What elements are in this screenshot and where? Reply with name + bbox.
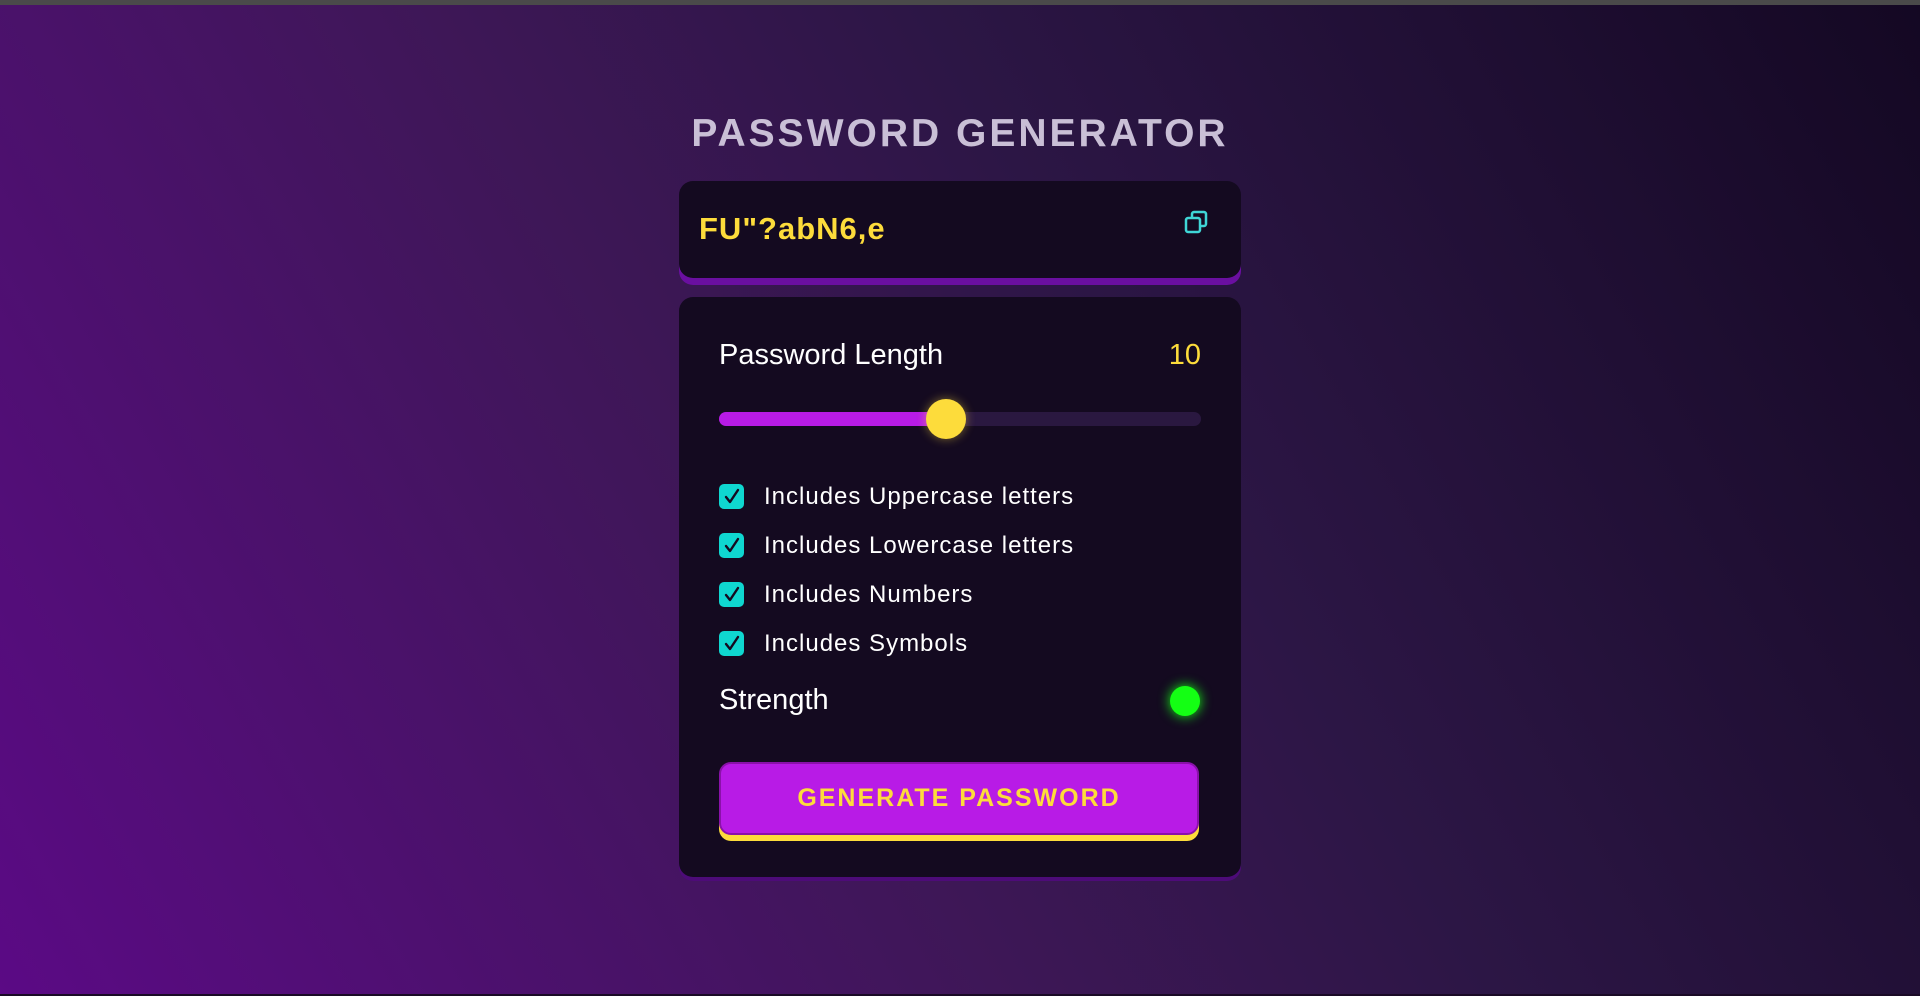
length-row: Password Length 10: [719, 339, 1201, 372]
option-uppercase[interactable]: Includes Uppercase letters: [719, 472, 1201, 521]
password-display: FU"?abN6,e: [679, 181, 1241, 278]
symbols-checkbox[interactable]: [719, 631, 744, 656]
copy-icon-graphic: [1184, 210, 1208, 234]
settings-panel: Password Length 10 Includes Uppercase le…: [679, 297, 1241, 877]
length-value: 10: [1168, 339, 1201, 371]
uppercase-label: Includes Uppercase letters: [764, 482, 1075, 510]
generated-password[interactable]: FU"?abN6,e: [699, 211, 886, 247]
strength-indicator: [1170, 685, 1200, 716]
lowercase-checkbox[interactable]: [719, 533, 744, 558]
uppercase-checkbox[interactable]: [719, 484, 744, 509]
checkmark-icon: [724, 537, 739, 552]
page-title: PASSWORD GENERATOR: [691, 112, 1229, 155]
window-top-border: [0, 0, 1920, 5]
symbols-label: Includes Symbols: [764, 629, 969, 657]
checkmark-icon: [724, 635, 739, 650]
option-numbers[interactable]: Includes Numbers: [719, 570, 1201, 619]
generate-password-button[interactable]: GENERATE PASSWORD: [719, 762, 1199, 835]
slider-thumb[interactable]: [925, 399, 966, 439]
length-slider[interactable]: [719, 399, 1201, 439]
options-list: Includes Uppercase letters Includes Lowe…: [719, 472, 1201, 668]
length-label: Password Length: [719, 339, 944, 371]
strength-label: Strength: [719, 684, 829, 716]
numbers-label: Includes Numbers: [764, 580, 974, 608]
checkmark-icon: [724, 488, 739, 503]
option-symbols[interactable]: Includes Symbols: [719, 619, 1201, 668]
generate-button-label: GENERATE PASSWORD: [797, 784, 1121, 812]
copy-icon[interactable]: [1181, 207, 1213, 239]
numbers-checkbox[interactable]: [719, 582, 744, 607]
option-lowercase[interactable]: Includes Lowercase letters: [719, 521, 1201, 570]
slider-fill: [719, 412, 946, 426]
checkmark-icon: [724, 586, 739, 601]
lowercase-label: Includes Lowercase letters: [764, 531, 1075, 559]
strength-row: Strength: [719, 684, 1201, 717]
